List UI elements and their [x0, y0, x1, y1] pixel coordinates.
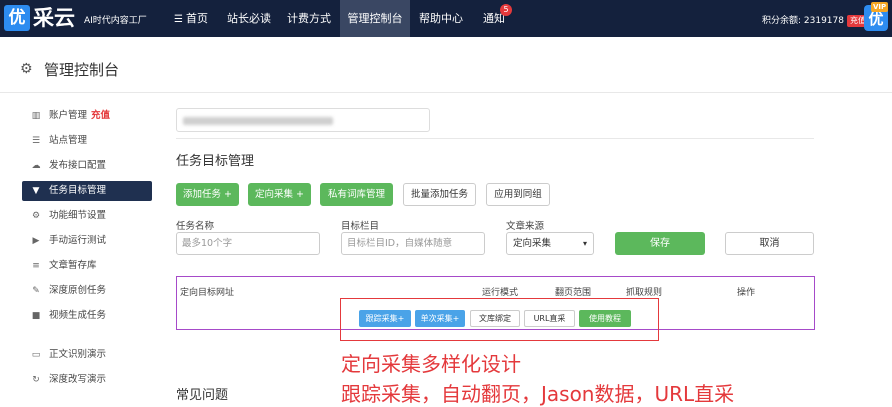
annotation-line-1: 定向采集多样化设计	[341, 352, 521, 376]
target-column-label: 目标栏目	[341, 221, 380, 232]
sidebar-item-sites[interactable]: ☰ 站点管理	[22, 131, 152, 151]
vip-badge: VIP	[871, 2, 889, 12]
sidebar-item-task-targets[interactable]: ▼ 任务目标管理	[22, 181, 152, 201]
private-lexicon-button[interactable]: 私有词库管理	[320, 183, 393, 206]
gear-icon: ⚙	[20, 61, 33, 77]
page-header: ⚙ 管理控制台	[0, 37, 892, 93]
directed-collect-button[interactable]: 定向采集 +	[248, 183, 311, 206]
cloud-upload-icon: ☁	[31, 161, 41, 171]
blurred-content	[183, 117, 333, 125]
annotation-line-2: 跟踪采集，自动翻页，Jason数据，URL直采	[341, 382, 735, 406]
brand-slogan: AI时代内容工厂	[84, 16, 147, 26]
sidebar-item-publish-api[interactable]: ☁ 发布接口配置	[22, 156, 152, 176]
tutorial-button[interactable]: 使用教程	[579, 310, 631, 327]
refresh-icon: ↻	[32, 375, 40, 385]
nav-help[interactable]: 帮助中心	[412, 0, 470, 37]
sidebar-item-video-tasks[interactable]: ■ 视频生成任务	[22, 306, 152, 326]
nav-notifications[interactable]: 通知 5	[472, 0, 516, 37]
logo-icon[interactable]: 优	[4, 5, 30, 31]
menu-icon: ☰	[174, 14, 183, 25]
sidebar-item-article-store[interactable]: ≡ 文章暂存库	[22, 256, 152, 276]
database-icon: ≡	[32, 261, 40, 271]
sidebar-item-feature-settings[interactable]: ⚙ 功能细节设置	[22, 206, 152, 226]
sidebar-item-rewrite-demo[interactable]: ↻ 深度改写演示	[22, 370, 152, 390]
task-name-input[interactable]: 最多10个字	[176, 232, 320, 255]
sidebar-item-manual-test[interactable]: ▶ 手动运行测试	[22, 231, 152, 251]
recharge-link[interactable]: 充值	[91, 110, 110, 121]
nav-billing[interactable]: 计费方式	[280, 0, 338, 37]
divider	[176, 138, 814, 139]
section-title: 任务目标管理	[176, 154, 255, 169]
nav-home[interactable]: ☰ 首页	[166, 0, 216, 37]
gears-icon: ⚙	[31, 211, 41, 221]
top-navbar: 优 采云 AI时代内容工厂 ☰ 首页 站长必读 计费方式 管理控制台 帮助中心 通…	[0, 0, 892, 37]
single-collect-button[interactable]: 单次采集+	[415, 310, 465, 327]
url-direct-button[interactable]: URL直采	[524, 310, 575, 327]
notification-badge: 5	[500, 4, 512, 16]
chart-icon: ▥	[31, 111, 41, 121]
add-task-button[interactable]: 添加任务 +	[176, 183, 239, 206]
faq-title: 常见问题	[176, 388, 229, 403]
edit-icon: ✎	[32, 286, 40, 296]
save-button[interactable]: 保存	[615, 232, 705, 255]
cancel-button[interactable]: 取消	[725, 232, 814, 255]
batch-add-button[interactable]: 批量添加任务	[403, 183, 476, 206]
brand-name[interactable]: 采云	[33, 5, 75, 31]
nav-must-read[interactable]: 站长必读	[220, 0, 278, 37]
sidebar-item-text-recognition[interactable]: ▭ 正文识别演示	[22, 345, 152, 365]
nav-console[interactable]: 管理控制台	[340, 0, 410, 37]
table-header-rules: 抓取规则	[626, 288, 663, 298]
table-header-pages: 翻页范围	[555, 288, 592, 298]
monitor-icon: ▭	[31, 350, 41, 360]
page-title: 管理控制台	[44, 61, 120, 79]
play-circle-icon: ▶	[32, 236, 40, 246]
table-header-mode: 运行模式	[482, 288, 519, 298]
video-icon: ■	[31, 311, 41, 321]
task-select-input[interactable]	[176, 108, 430, 132]
table-header-actions: 操作	[737, 288, 756, 298]
server-icon: ☰	[31, 136, 41, 146]
source-label: 文章来源	[506, 221, 545, 232]
sidebar-item-account[interactable]: ▥ 账户管理 充值	[22, 106, 152, 126]
table-header-url: 定向目标网址	[180, 288, 235, 298]
chevron-down-icon: ▾	[582, 239, 587, 248]
points-balance: 积分余额: 2319178 充值	[762, 13, 869, 27]
library-bind-button[interactable]: 文库绑定	[470, 310, 520, 327]
track-collect-button[interactable]: 跟踪采集+	[359, 310, 411, 327]
filter-icon: ▼	[32, 186, 40, 196]
source-select[interactable]: 定向采集 ▾	[506, 232, 594, 255]
task-name-label: 任务名称	[176, 221, 215, 232]
target-column-input[interactable]: 目标栏目ID，自媒体随意	[341, 232, 485, 255]
apply-group-button[interactable]: 应用到同组	[486, 183, 550, 206]
sidebar-item-deep-original[interactable]: ✎ 深度原创任务	[22, 281, 152, 301]
